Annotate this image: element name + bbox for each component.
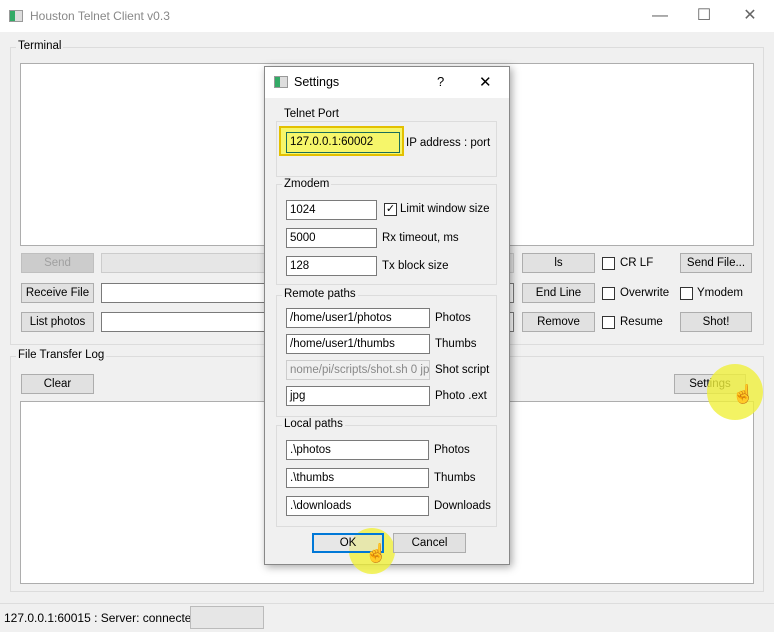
minimize-button[interactable]: — — [650, 6, 670, 26]
remote-thumbs-input[interactable]: /home/user1/thumbs — [286, 334, 430, 354]
local-downloads-input[interactable]: .\downloads — [286, 496, 429, 516]
local-thumbs-label: Thumbs — [434, 472, 476, 484]
photo-ext-label: Photo .ext — [435, 390, 487, 402]
remote-thumbs-label: Thumbs — [435, 338, 477, 350]
dialog-title: Settings — [294, 75, 340, 89]
send-button[interactable]: Send — [21, 253, 94, 273]
settings-dialog: Settings ? ✕ Telnet Port 127.0.0.1:60002… — [264, 66, 510, 574]
local-thumbs-input[interactable]: .\thumbs — [286, 468, 429, 488]
shot-script-input[interactable]: nome/pi/scripts/shot.sh 0 jpg — [286, 360, 430, 380]
resume-checkbox[interactable] — [602, 316, 615, 329]
local-downloads-label: Downloads — [434, 500, 491, 512]
clear-button[interactable]: Clear — [21, 374, 94, 394]
maximize-button[interactable]: ☐ — [694, 6, 714, 26]
file-transfer-log-label: File Transfer Log — [16, 349, 107, 361]
rx-timeout-label: Rx timeout, ms — [382, 232, 459, 244]
dialog-close-button[interactable]: ✕ — [479, 73, 492, 91]
local-photos-label: Photos — [434, 444, 470, 456]
status-divider — [0, 603, 774, 604]
remote-photos-label: Photos — [435, 312, 471, 324]
hand-cursor-icon: ☝ — [365, 543, 388, 563]
hand-cursor-icon: ☝ — [732, 384, 755, 404]
help-button[interactable]: ? — [437, 74, 444, 89]
zmodem-label: Zmodem — [282, 178, 332, 190]
cancel-button[interactable]: Cancel — [393, 533, 466, 553]
telnet-address-caption: IP address : port — [406, 137, 491, 149]
window-size-input[interactable]: 1024 — [286, 200, 377, 220]
rx-timeout-input[interactable]: 5000 — [286, 228, 377, 248]
tx-block-input[interactable]: 128 — [286, 256, 377, 276]
shot-script-label: Shot script — [435, 364, 490, 376]
list-photos-button[interactable]: List photos — [21, 312, 94, 332]
limit-window-label: Limit window size — [400, 203, 490, 215]
tx-block-label: Tx block size — [382, 260, 449, 272]
telnet-port-label: Telnet Port — [282, 108, 341, 120]
window-title: Houston Telnet Client v0.3 — [30, 9, 170, 23]
photo-ext-input[interactable]: jpg — [286, 386, 430, 406]
ymodem-label: Ymodem — [697, 287, 744, 299]
shot-button[interactable]: Shot! — [680, 312, 752, 332]
receive-file-button[interactable]: Receive File — [21, 283, 94, 303]
overwrite-label: Overwrite — [620, 287, 670, 299]
limit-window-checkbox[interactable]: ✓ — [384, 203, 397, 216]
send-file-button[interactable]: Send File... — [680, 253, 752, 273]
close-button[interactable]: ✕ — [740, 6, 760, 26]
local-paths-label: Local paths — [282, 418, 345, 430]
ymodem-checkbox[interactable] — [680, 287, 693, 300]
telnet-address-input[interactable]: 127.0.0.1:60002 — [286, 132, 400, 153]
status-text: 127.0.0.1:60015 : Server: connected — [4, 611, 199, 625]
dialog-icon — [274, 76, 288, 88]
overwrite-checkbox[interactable] — [602, 287, 615, 300]
status-progress — [190, 606, 264, 629]
end-line-button[interactable]: End Line — [522, 283, 595, 303]
ls-button[interactable]: ls — [522, 253, 595, 273]
terminal-label: Terminal — [16, 40, 64, 52]
cr-lf-label: CR LF — [620, 257, 654, 269]
cr-lf-checkbox[interactable] — [602, 257, 615, 270]
resume-label: Resume — [620, 316, 663, 328]
remove-button[interactable]: Remove — [522, 312, 595, 332]
local-photos-input[interactable]: .\photos — [286, 440, 429, 460]
title-bar: Houston Telnet Client v0.3 — ☐ ✕ — [0, 0, 774, 32]
remote-paths-label: Remote paths — [282, 288, 358, 300]
app-icon — [9, 10, 23, 22]
remote-photos-input[interactable]: /home/user1/photos — [286, 308, 430, 328]
